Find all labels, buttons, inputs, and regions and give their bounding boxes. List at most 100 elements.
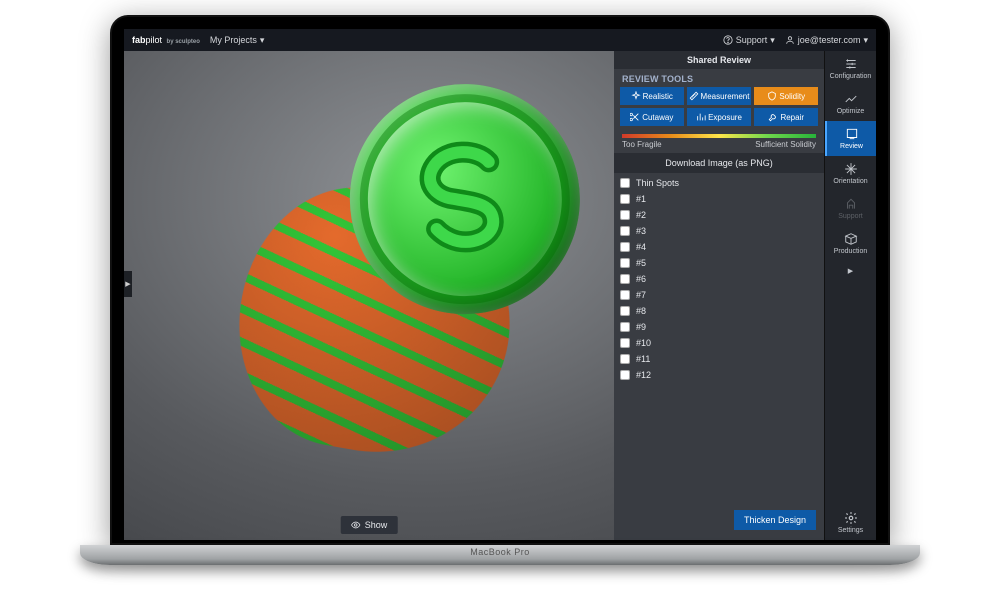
download-image-button[interactable]: Download Image (as PNG) [614, 153, 824, 173]
list-item-label: #1 [636, 194, 646, 204]
list-item-label: #12 [636, 370, 651, 380]
list-item-label: #4 [636, 242, 646, 252]
checkbox[interactable] [620, 370, 630, 380]
sidebar-expand[interactable]: ▶ [825, 261, 876, 281]
support-menu[interactable]: Support ▾ [723, 35, 775, 46]
solidity-scale [622, 134, 816, 138]
sidebar-item-review[interactable]: Review [825, 121, 876, 156]
configuration-icon [844, 57, 858, 71]
list-item[interactable]: #7 [620, 287, 818, 303]
sidebar-label: Orientation [833, 178, 867, 185]
settings-label: Settings [838, 527, 863, 534]
support-icon [844, 197, 858, 211]
tool-exposure[interactable]: Exposure [687, 108, 752, 126]
list-item-label: #2 [636, 210, 646, 220]
list-item[interactable]: #2 [620, 207, 818, 223]
logo-bold: fab [132, 35, 146, 45]
tool-realistic[interactable]: Realistic [620, 87, 684, 105]
gear-icon [844, 511, 858, 525]
sidebar-item-optimize[interactable]: Optimize [825, 86, 876, 121]
checkbox[interactable] [620, 322, 630, 332]
list-item[interactable]: #4 [620, 239, 818, 255]
logo-thin: pilot [146, 35, 163, 45]
list-item-label: #5 [636, 258, 646, 268]
tool-solidity[interactable]: Solidity [754, 87, 818, 105]
app-screen: fabpilot by sculpteo My Projects ▾ Suppo… [124, 29, 876, 540]
my-projects-label: My Projects [210, 35, 257, 45]
laptop-label: MacBook Pro [80, 547, 920, 557]
model-render [182, 56, 626, 516]
my-projects-menu[interactable]: My Projects ▾ [210, 35, 265, 46]
model-logo-s [379, 117, 553, 291]
list-item[interactable]: #6 [620, 271, 818, 287]
user-email: joe@tester.com [798, 35, 861, 45]
list-title: Thin Spots [636, 178, 679, 188]
chevron-down-icon: ▾ [863, 35, 868, 46]
sparkle-icon [631, 91, 641, 101]
checkbox[interactable] [620, 274, 630, 284]
sidebar-item-settings[interactable]: Settings [825, 505, 876, 540]
list-item-label: #6 [636, 274, 646, 284]
checkbox[interactable] [620, 210, 630, 220]
show-label: Show [365, 520, 388, 530]
show-button[interactable]: Show [341, 516, 398, 534]
sidebar-label: Review [840, 143, 863, 150]
list-item[interactable]: #11 [620, 351, 818, 367]
checkbox[interactable] [620, 258, 630, 268]
checkbox[interactable] [620, 306, 630, 316]
sidebar-item-configuration[interactable]: Configuration [825, 51, 876, 86]
checkbox[interactable] [620, 354, 630, 364]
laptop-frame: fabpilot by sculpteo My Projects ▾ Suppo… [110, 15, 890, 545]
topbar: fabpilot by sculpteo My Projects ▾ Suppo… [124, 29, 876, 51]
scale-low: Too Fragile [622, 140, 662, 149]
chevron-right-icon: ▶ [125, 280, 130, 288]
checkbox-all[interactable] [620, 178, 630, 188]
list-item[interactable]: #8 [620, 303, 818, 319]
list-item[interactable]: #3 [620, 223, 818, 239]
sidebar-item-production[interactable]: Production [825, 226, 876, 261]
production-icon [844, 232, 858, 246]
list-item[interactable]: #5 [620, 255, 818, 271]
thicken-design-button[interactable]: Thicken Design [734, 510, 816, 530]
ruler-icon [689, 91, 699, 101]
list-item-label: #11 [636, 354, 650, 364]
list-item[interactable]: #12 [620, 367, 818, 383]
tool-grid: RealisticMeasurementSolidity CutawayExpos… [614, 87, 824, 132]
tool-measurement[interactable]: Measurement [687, 87, 752, 105]
sidebar-label: Production [834, 248, 867, 255]
list-item-label: #9 [636, 322, 646, 332]
laptop-base: MacBook Pro [80, 545, 920, 565]
sidebar: Configuration Optimize Review Orientation Su… [824, 51, 876, 540]
thin-spots-list: Thin Spots #1 #2 #3 #4 #5 #6 #7 #8 #9 #10 #11 #12 [614, 173, 824, 504]
list-item[interactable]: #10 [620, 335, 818, 351]
right-column: Shared Review REVIEW TOOLS RealisticMeas… [614, 51, 876, 540]
checkbox[interactable] [620, 194, 630, 204]
checkbox[interactable] [620, 242, 630, 252]
list-item[interactable]: #9 [620, 319, 818, 335]
support-label: Support [736, 35, 768, 45]
list-item-label: #8 [636, 306, 646, 316]
scale-labels: Too Fragile Sufficient Solidity [614, 140, 824, 153]
checkbox[interactable] [620, 226, 630, 236]
sidebar-item-orientation[interactable]: Orientation [825, 156, 876, 191]
viewport-3d[interactable]: ▶ Show [124, 51, 614, 540]
sidebar-item-support: Support [825, 191, 876, 226]
checkbox[interactable] [620, 338, 630, 348]
app-logo: fabpilot by sculpteo [132, 35, 200, 45]
panel-expand-handle[interactable]: ▶ [124, 271, 132, 297]
sidebar-label: Support [838, 213, 863, 220]
review-tools-label: REVIEW TOOLS [614, 69, 824, 87]
user-menu[interactable]: joe@tester.com ▾ [785, 35, 868, 46]
sidebar-label: Configuration [830, 73, 872, 80]
orientation-icon [844, 162, 858, 176]
wrench-icon [768, 112, 778, 122]
list-header-row[interactable]: Thin Spots [620, 175, 818, 191]
checkbox[interactable] [620, 290, 630, 300]
review-panel: Shared Review REVIEW TOOLS RealisticMeas… [614, 51, 824, 540]
scale-high: Sufficient Solidity [755, 140, 816, 149]
bars-icon [696, 112, 706, 122]
tool-repair[interactable]: Repair [754, 108, 818, 126]
tool-cutaway[interactable]: Cutaway [620, 108, 684, 126]
list-item[interactable]: #1 [620, 191, 818, 207]
optimize-icon [844, 92, 858, 106]
